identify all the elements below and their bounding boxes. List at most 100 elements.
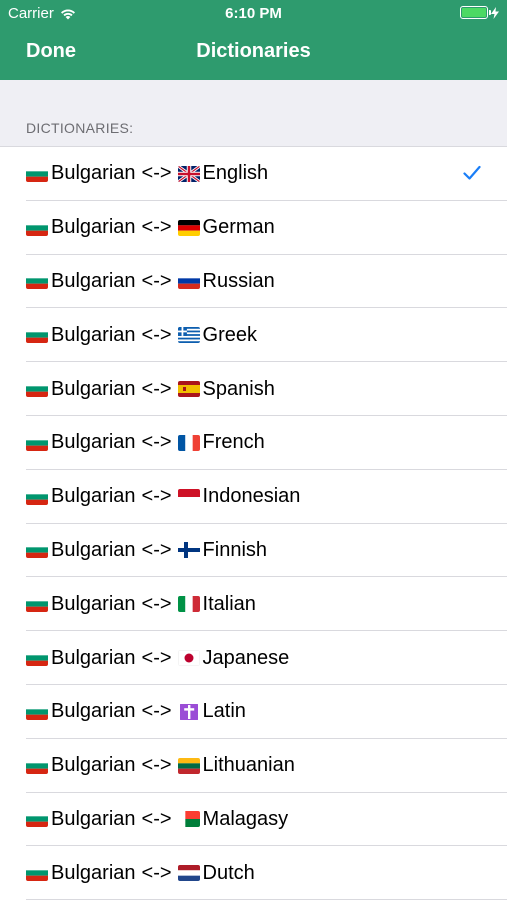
flag-bulgaria-icon bbox=[26, 703, 48, 720]
source-language: Bulgarian bbox=[51, 592, 136, 615]
flag-bulgaria-icon bbox=[26, 542, 48, 559]
dictionary-label: Bulgarian <-> Japanese bbox=[26, 647, 289, 670]
dictionary-list: Bulgarian <-> English Bulgarian <-> German Bul… bbox=[0, 146, 507, 900]
dictionary-label: Bulgarian <-> German bbox=[26, 216, 275, 239]
direction-arrow: <-> bbox=[141, 377, 172, 400]
flag-netherlands-icon bbox=[177, 865, 200, 882]
direction-arrow: <-> bbox=[141, 700, 172, 723]
source-language: Bulgarian bbox=[51, 807, 136, 830]
dictionary-row[interactable]: Bulgarian <-> Italian bbox=[0, 577, 507, 631]
dictionary-row[interactable]: Bulgarian <-> English bbox=[0, 147, 507, 201]
flag-greece-icon bbox=[177, 327, 200, 344]
dictionary-row[interactable]: Bulgarian <-> Spanish bbox=[0, 362, 507, 416]
dictionary-row[interactable]: Bulgarian <-> Indonesian bbox=[0, 470, 507, 524]
flag-bulgaria-icon bbox=[26, 757, 48, 774]
checkmark-icon bbox=[463, 165, 481, 180]
charging-bolt-icon bbox=[491, 6, 499, 19]
target-language: Italian bbox=[202, 592, 256, 615]
battery-group bbox=[460, 6, 499, 19]
target-language: Dutch bbox=[202, 861, 255, 884]
dictionary-label: Bulgarian <-> Lithuanian bbox=[26, 754, 295, 777]
dictionary-row[interactable]: Bulgarian <-> Russian bbox=[0, 255, 507, 309]
target-language: Lithuanian bbox=[202, 754, 295, 777]
flag-bulgaria-icon bbox=[26, 273, 48, 290]
dictionary-label: Bulgarian <-> Russian bbox=[26, 270, 275, 293]
target-language: Malagasy bbox=[202, 807, 289, 830]
dictionary-label: Bulgarian <-> Indonesian bbox=[26, 485, 300, 508]
flag-bulgaria-icon bbox=[26, 650, 48, 667]
flag-france-icon bbox=[177, 434, 200, 451]
dictionary-label: Bulgarian <-> Italian bbox=[26, 593, 256, 616]
dictionary-row[interactable]: Bulgarian <-> French bbox=[0, 416, 507, 470]
nav-bar: Done Dictionaries bbox=[0, 30, 507, 76]
direction-arrow: <-> bbox=[141, 646, 172, 669]
direction-arrow: <-> bbox=[141, 592, 172, 615]
dictionary-label: Bulgarian <-> Latin bbox=[26, 700, 246, 723]
page-title: Dictionaries bbox=[196, 40, 311, 62]
flag-bulgaria-icon bbox=[26, 219, 48, 236]
flag-italy-icon bbox=[177, 596, 200, 613]
battery-icon bbox=[460, 6, 491, 19]
flag-bulgaria-icon bbox=[26, 327, 48, 344]
target-language: Finnish bbox=[202, 538, 268, 561]
flag-bulgaria-icon bbox=[26, 381, 48, 398]
source-language: Bulgarian bbox=[51, 269, 136, 292]
source-language: Bulgarian bbox=[51, 754, 136, 777]
flag-madagascar-icon bbox=[177, 811, 200, 828]
header: Carrier 6:10 PM Done Dictionaries bbox=[0, 0, 507, 80]
target-language: Latin bbox=[202, 700, 246, 723]
flag-germany-icon bbox=[177, 219, 200, 236]
dictionary-label: Bulgarian <-> English bbox=[26, 162, 268, 185]
source-language: Bulgarian bbox=[51, 431, 136, 454]
direction-arrow: <-> bbox=[141, 754, 172, 777]
flag-japan-icon bbox=[177, 650, 200, 667]
source-language: Bulgarian bbox=[51, 377, 136, 400]
dictionary-row[interactable]: Bulgarian <-> Finnish bbox=[0, 524, 507, 578]
dictionary-row[interactable]: Bulgarian <-> Lithuanian bbox=[0, 739, 507, 793]
source-language: Bulgarian bbox=[51, 646, 136, 669]
direction-arrow: <-> bbox=[141, 162, 172, 185]
status-time: 6:10 PM bbox=[225, 5, 282, 22]
direction-arrow: <-> bbox=[141, 216, 172, 239]
dictionary-label: Bulgarian <-> Malagasy bbox=[26, 808, 288, 831]
source-language: Bulgarian bbox=[51, 861, 136, 884]
source-language: Bulgarian bbox=[51, 485, 136, 508]
source-language: Bulgarian bbox=[51, 538, 136, 561]
direction-arrow: <-> bbox=[141, 323, 172, 346]
status-bar: Carrier 6:10 PM bbox=[0, 0, 507, 28]
dictionary-row[interactable]: Bulgarian <-> Latin bbox=[0, 685, 507, 739]
latin-cross-icon bbox=[178, 703, 200, 720]
flag-bulgaria-icon bbox=[26, 596, 48, 613]
direction-arrow: <-> bbox=[141, 538, 172, 561]
flag-bulgaria-icon bbox=[26, 434, 48, 451]
flag-bulgaria-icon bbox=[26, 865, 48, 882]
target-language: German bbox=[202, 216, 275, 239]
flag-bulgaria-icon bbox=[26, 488, 48, 505]
source-language: Bulgarian bbox=[51, 216, 136, 239]
dictionary-label: Bulgarian <-> Dutch bbox=[26, 862, 255, 885]
dictionary-row[interactable]: Bulgarian <-> Japanese bbox=[0, 631, 507, 685]
dictionary-row[interactable]: Bulgarian <-> German bbox=[0, 201, 507, 255]
dictionary-row[interactable]: Bulgarian <-> Dutch bbox=[0, 846, 507, 900]
source-language: Bulgarian bbox=[51, 162, 136, 185]
flag-bulgaria-icon bbox=[26, 811, 48, 828]
dictionary-label: Bulgarian <-> French bbox=[26, 431, 265, 454]
source-language: Bulgarian bbox=[51, 700, 136, 723]
direction-arrow: <-> bbox=[141, 485, 172, 508]
direction-arrow: <-> bbox=[141, 861, 172, 884]
target-language: English bbox=[202, 162, 269, 185]
flag-bulgaria-icon bbox=[26, 165, 48, 182]
target-language: Russian bbox=[202, 269, 275, 292]
flag-indonesia-icon bbox=[177, 488, 200, 505]
flag-finland-icon bbox=[177, 542, 200, 559]
section-header: DICTIONARIES: bbox=[26, 120, 134, 136]
direction-arrow: <-> bbox=[141, 431, 172, 454]
dictionary-row[interactable]: Bulgarian <-> Greek bbox=[0, 308, 507, 362]
source-language: Bulgarian bbox=[51, 323, 136, 346]
battery-fill bbox=[462, 8, 486, 17]
dictionary-row[interactable]: Bulgarian <-> Malagasy bbox=[0, 793, 507, 847]
target-language: French bbox=[202, 431, 265, 454]
direction-arrow: <-> bbox=[141, 807, 172, 830]
target-language: Greek bbox=[202, 323, 258, 346]
flag-russia-icon bbox=[177, 273, 200, 290]
